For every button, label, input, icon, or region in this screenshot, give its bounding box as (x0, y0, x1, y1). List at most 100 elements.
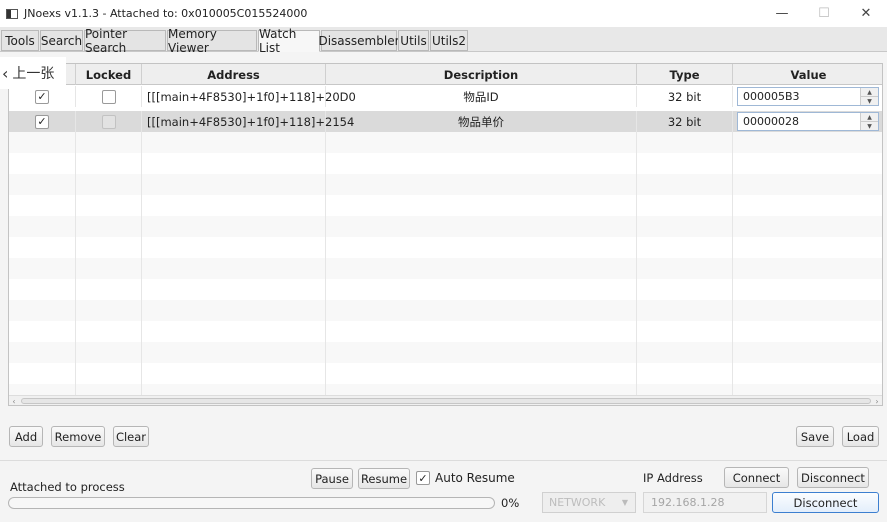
column-header-locked[interactable]: Locked (76, 64, 142, 85)
empty-cell (326, 258, 637, 279)
ip-address-label: IP Address (643, 471, 703, 485)
empty-cell (326, 342, 637, 363)
empty-cell (76, 132, 142, 153)
empty-cell (142, 321, 326, 342)
maximize-button[interactable]: ☐ (803, 0, 845, 27)
description-cell[interactable]: 物品ID (326, 86, 637, 107)
type-cell[interactable]: 32 bit (637, 111, 733, 132)
horizontal-scrollbar[interactable]: ‹ › (9, 395, 882, 405)
connect-button[interactable]: Connect (724, 467, 789, 488)
previous-image-label: 上一张 (12, 66, 55, 82)
value-input[interactable] (738, 88, 860, 105)
value-spinner[interactable]: ▲ ▼ (737, 112, 879, 131)
empty-cell (733, 153, 882, 174)
chevron-left-icon: ‹ (2, 63, 9, 83)
address-cell[interactable]: [[[main+4F8530]+1f0]+118]+20D0 (142, 86, 356, 107)
column-header-type[interactable]: Type (637, 64, 733, 85)
empty-cell (9, 258, 76, 279)
locked-checkbox[interactable] (101, 89, 116, 104)
empty-cell (76, 237, 142, 258)
tab-utils2[interactable]: Utils2 (430, 30, 468, 51)
empty-table-row (9, 363, 882, 384)
empty-cell (142, 300, 326, 321)
empty-cell (733, 174, 882, 195)
value-spinner[interactable]: ▲ ▼ (737, 87, 879, 106)
empty-table-row (9, 258, 882, 279)
address-cell[interactable]: [[[main+4F8530]+1f0]+118]+2154 (142, 111, 354, 132)
empty-cell (637, 174, 733, 195)
empty-cell (637, 216, 733, 237)
tab-search[interactable]: Search (40, 30, 83, 51)
empty-cell (326, 153, 637, 174)
remove-button[interactable]: Remove (51, 426, 105, 447)
column-header-description[interactable]: Description (326, 64, 637, 85)
network-combo[interactable]: NETWORK ▼ (542, 492, 636, 513)
tab-disassembler[interactable]: Disassembler (318, 30, 400, 51)
increment-icon[interactable]: ▲ (861, 88, 878, 96)
column-header-address[interactable]: Address (142, 64, 326, 85)
empty-cell (733, 258, 882, 279)
empty-cell (9, 321, 76, 342)
empty-cell (76, 216, 142, 237)
decrement-icon[interactable]: ▼ (861, 121, 878, 130)
empty-table-row (9, 237, 882, 258)
disconnect-top-button[interactable]: Disconnect (797, 467, 869, 488)
enabled-checkbox[interactable]: ✓ (35, 114, 49, 129)
previous-image-link[interactable]: ‹ 上一张 (0, 57, 66, 89)
empty-cell (9, 153, 76, 174)
empty-cell (326, 132, 637, 153)
empty-cell (637, 258, 733, 279)
minimize-button[interactable]: — (761, 0, 803, 27)
tab-watch-list[interactable]: Watch List (258, 27, 320, 55)
empty-cell (76, 321, 142, 342)
tab-pointer-search[interactable]: Pointer Search (84, 27, 166, 55)
tab-memory-viewer[interactable]: Memory Viewer (167, 27, 257, 55)
pause-button[interactable]: Pause (311, 468, 353, 489)
empty-cell (76, 195, 142, 216)
empty-cell (733, 342, 882, 363)
app-icon (6, 8, 18, 19)
increment-icon[interactable]: ▲ (861, 113, 878, 121)
scroll-right-icon[interactable]: › (872, 396, 882, 406)
empty-cell (637, 342, 733, 363)
close-button[interactable]: ✕ (845, 0, 887, 27)
decrement-icon[interactable]: ▼ (861, 96, 878, 105)
empty-cell (637, 132, 733, 153)
chevron-down-icon: ▼ (621, 498, 628, 507)
type-cell[interactable]: 32 bit (637, 86, 733, 107)
table-header: Locked Address Description Type Value (9, 64, 882, 85)
tab-utils[interactable]: Utils (398, 30, 429, 51)
network-combo-value: NETWORK (549, 496, 606, 509)
resume-button[interactable]: Resume (358, 468, 410, 489)
table-row[interactable]: ✓ [[[main+4F8530]+1f0]+118]+2154 物品单价 32… (9, 111, 882, 132)
watch-list-table: Locked Address Description Type Value ✓ … (8, 63, 883, 406)
empty-cell (9, 300, 76, 321)
empty-cell (142, 342, 326, 363)
empty-table-row (9, 195, 882, 216)
auto-resume-toggle[interactable]: ✓ Auto Resume (416, 471, 515, 485)
empty-cell (9, 216, 76, 237)
auto-resume-checkbox[interactable]: ✓ (416, 471, 430, 485)
value-input[interactable] (738, 113, 860, 130)
enabled-checkbox[interactable]: ✓ (35, 89, 49, 104)
scrollbar-thumb[interactable] (21, 398, 871, 404)
clear-button[interactable]: Clear (113, 426, 149, 447)
tab-tools[interactable]: Tools (1, 30, 39, 51)
column-header-value[interactable]: Value (733, 64, 882, 85)
save-button[interactable]: Save (796, 426, 834, 447)
empty-cell (637, 195, 733, 216)
disconnect-bottom-button[interactable]: Disconnect (772, 492, 879, 513)
description-cell[interactable]: 物品单价 (326, 111, 637, 132)
add-button[interactable]: Add (9, 426, 43, 447)
empty-cell (733, 216, 882, 237)
ip-address-input[interactable] (643, 492, 767, 513)
empty-cell (326, 363, 637, 384)
empty-cell (733, 300, 882, 321)
table-row[interactable]: ✓ [[[main+4F8530]+1f0]+118]+20D0 物品ID 32… (9, 86, 882, 107)
load-button[interactable]: Load (842, 426, 879, 447)
empty-cell (76, 279, 142, 300)
locked-checkbox[interactable] (101, 114, 116, 129)
empty-cell (142, 258, 326, 279)
empty-cell (76, 363, 142, 384)
scroll-left-icon[interactable]: ‹ (9, 396, 19, 406)
